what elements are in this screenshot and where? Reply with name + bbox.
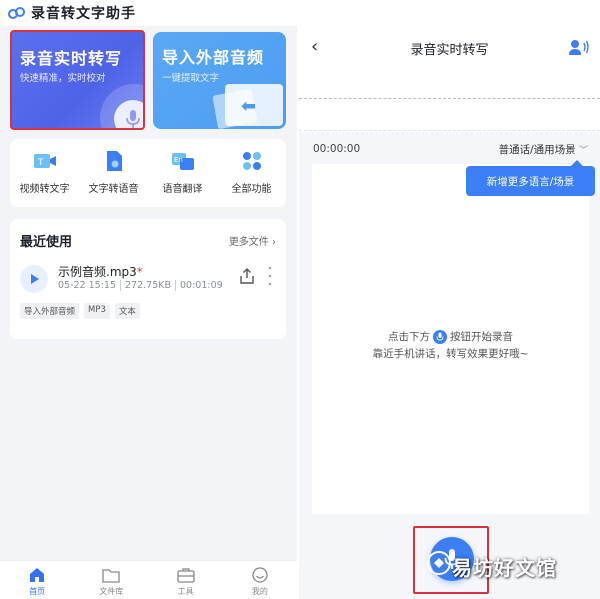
file-name[interactable]: 示例音频.mp3*: [58, 263, 143, 280]
bottom-nav: 首页 文件库 工具 我的: [0, 560, 297, 599]
hint-suffix: 按钮开始录音: [450, 331, 513, 343]
file-size: 272.75KB: [120, 280, 175, 291]
waveform-baseline: [299, 98, 600, 99]
profile-icon: [252, 567, 268, 583]
tool-video-to-text[interactable]: T 视频转文字: [10, 139, 79, 207]
nav-label: 文件库: [99, 587, 124, 596]
share-icon[interactable]: [239, 268, 255, 284]
file-duration: 00:01:09: [175, 280, 227, 291]
video-to-text-icon: T: [33, 150, 57, 172]
hint-prefix: 点击下方: [388, 331, 430, 343]
svg-text:En: En: [174, 156, 183, 164]
recent-section: 最近使用 更多文件 › 示例音频.mp3* 05-22 15:15 272.75…: [10, 219, 286, 339]
tool-text-to-speech[interactable]: 文字转语音: [79, 139, 148, 207]
microphone-icon: [114, 100, 143, 128]
more-files-label: 更多文件: [228, 237, 269, 248]
import-audio-card[interactable]: 导入外部音频 一键提取文字 ⬅: [153, 32, 286, 129]
tool-label: 文字转语音: [88, 184, 139, 195]
chevron-down-icon: ﹀: [578, 145, 588, 156]
file-name-text: 示例音频.mp3: [58, 265, 137, 279]
realtime-card-subtitle: 快速精准，实时校对: [20, 73, 106, 84]
tool-voice-translate[interactable]: En 语音翻译: [148, 139, 217, 207]
file-date: 05-22 15:15: [58, 280, 117, 291]
watermark-text: 易坊好文馆: [452, 556, 557, 580]
play-icon: [31, 274, 39, 284]
language-selector[interactable]: 普通话/通用场景 ﹀: [499, 142, 588, 157]
nav-home[interactable]: 首页: [0, 561, 74, 599]
nav-files[interactable]: 文件库: [74, 561, 148, 599]
waveform-area: [299, 68, 600, 132]
toolbox-icon: [176, 568, 195, 583]
arrow-left-icon: ⬅: [241, 96, 257, 117]
status-area: [299, 0, 600, 28]
home-screen: 录音转文字助手 录音实时转写 快速精准，实时校对 导入外部音频 一键提取文字 ⬅…: [0, 0, 297, 599]
screen-header: ‹ 录音实时转写: [299, 28, 600, 68]
tool-label: 语音翻译: [162, 184, 203, 195]
hint-line-2: 靠近手机讲话，转写效果更好哦~: [372, 348, 529, 360]
file-tag: 文本: [114, 303, 140, 319]
home-icon: [30, 568, 45, 582]
watermark-logo: [426, 550, 452, 576]
hint-line-1: 点击下方 按钮开始录音: [312, 329, 589, 344]
speaker-settings-icon[interactable]: [568, 38, 590, 56]
recent-title: 最近使用: [20, 235, 73, 250]
microphone-icon: [433, 329, 447, 344]
tool-label: 视频转文字: [19, 184, 70, 195]
unsaved-marker: *: [136, 265, 143, 279]
realtime-transcribe-card[interactable]: 录音实时转写 快速精准，实时校对: [10, 30, 145, 130]
play-button[interactable]: [20, 265, 48, 293]
file-tag: MP3: [84, 303, 110, 319]
screen-title: 录音实时转写: [410, 42, 489, 58]
chevron-right-icon: ›: [272, 237, 276, 248]
back-arrow-icon[interactable]: ‹: [311, 36, 318, 57]
language-label: 普通话/通用场景: [498, 143, 576, 156]
file-meta: 05-22 15:15 272.75KB 00:01:09: [58, 280, 227, 291]
nav-label: 我的: [251, 587, 268, 596]
file-tags: 导入外部音频 MP3 文本: [20, 303, 140, 319]
recording-status-bar: 00:00:00 普通话/通用场景 ﹀: [299, 134, 600, 164]
app-header: 录音转文字助手: [0, 0, 297, 26]
tool-all-features[interactable]: 全部功能: [217, 139, 286, 207]
nav-profile[interactable]: 我的: [223, 561, 297, 599]
text-to-speech-icon: [102, 150, 126, 172]
nav-tools[interactable]: 工具: [149, 561, 223, 599]
file-tag: 导入外部音频: [20, 303, 80, 319]
app-title: 录音转文字助手: [31, 6, 136, 22]
transcript-area: 点击下方 按钮开始录音 靠近手机讲话，转写效果更好哦~: [312, 164, 589, 514]
more-options-icon[interactable]: · · ·: [267, 262, 273, 292]
new-language-tooltip[interactable]: 新增更多语言/场景: [466, 160, 595, 196]
tools-grid: T 视频转文字 文字转语音 En 语音翻译 全部功能: [10, 139, 286, 207]
all-features-icon: [240, 150, 264, 172]
folder-icon: [102, 569, 121, 583]
import-card-subtitle: 一键提取文字: [162, 73, 220, 84]
import-card-title: 导入外部音频: [162, 48, 265, 67]
app-logo-icon: [8, 6, 26, 20]
tool-label: 全部功能: [231, 184, 272, 195]
more-files-link[interactable]: 更多文件 ›: [229, 233, 276, 248]
realtime-transcribe-screen: ‹ 录音实时转写 00:00:00 普通话/通用场景 ﹀ 点击下方 按钮开始录音…: [299, 0, 600, 599]
nav-label: 首页: [29, 587, 46, 596]
realtime-card-title: 录音实时转写: [20, 49, 123, 68]
waveform-divider: [299, 130, 600, 131]
svg-text:T: T: [37, 158, 44, 168]
recording-timer: 00:00:00: [313, 143, 361, 155]
voice-translate-icon: En: [171, 150, 195, 172]
nav-label: 工具: [177, 587, 194, 596]
